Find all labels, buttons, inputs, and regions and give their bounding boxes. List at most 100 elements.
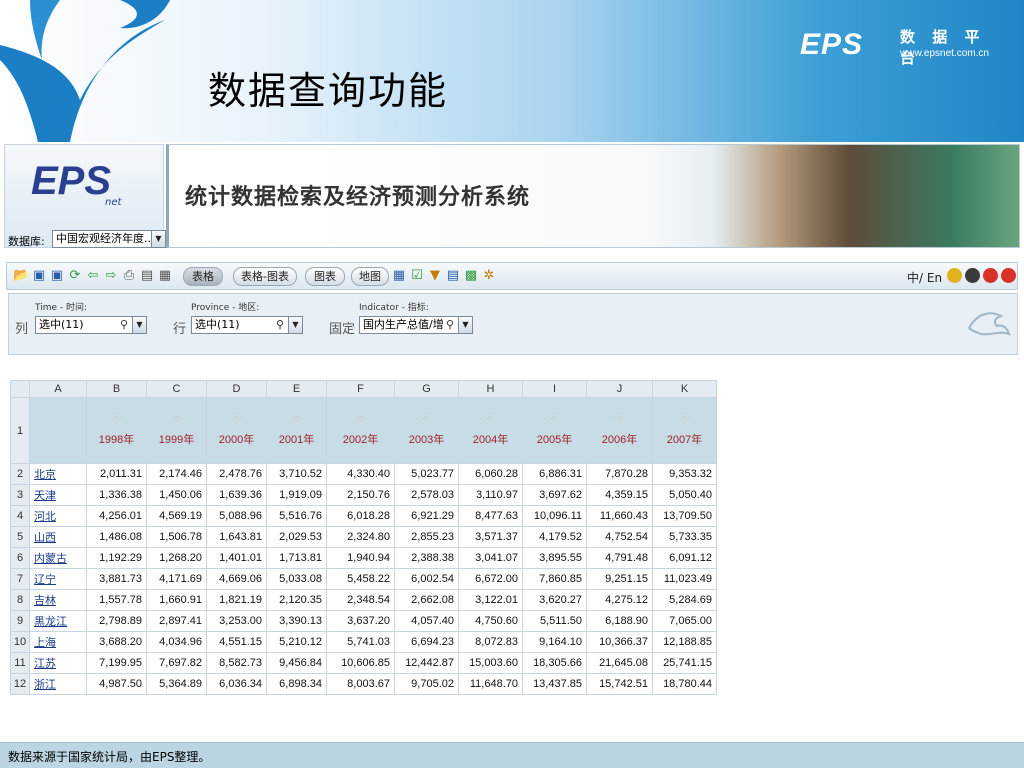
save-icon[interactable]: ▣ [31, 268, 47, 284]
value-cell[interactable]: 8,582.73 [206, 652, 267, 674]
forward-arrow-icon[interactable]: ⇨ [103, 268, 119, 284]
search-icon[interactable]: ⚲ [273, 317, 287, 333]
sort-triangle-icon[interactable]: ▽ [271, 414, 322, 425]
value-cell[interactable]: 1,713.81 [266, 547, 327, 569]
home-icon[interactable] [983, 268, 998, 283]
check-table-icon[interactable]: ☑ [409, 268, 425, 284]
value-cell[interactable]: 5,033.08 [266, 568, 327, 590]
value-cell[interactable]: 1,643.81 [206, 526, 267, 548]
column-letter[interactable]: B [86, 380, 147, 398]
value-cell[interactable]: 2,388.38 [394, 547, 459, 569]
value-cell[interactable]: 12,442.87 [394, 652, 459, 674]
province-link[interactable]: 吉林 [29, 589, 87, 611]
value-cell[interactable]: 1,336.38 [86, 484, 147, 506]
value-cell[interactable]: 1,821.19 [206, 589, 267, 611]
value-cell[interactable]: 3,571.37 [458, 526, 523, 548]
sort-triangle-icon[interactable]: ▽ [331, 414, 390, 425]
value-cell[interactable]: 6,898.34 [266, 673, 327, 695]
value-cell[interactable]: 8,477.63 [458, 505, 523, 527]
tab-table[interactable]: 表格 [183, 267, 223, 286]
value-cell[interactable]: 3,620.27 [522, 589, 587, 611]
province-link[interactable]: 山西 [29, 526, 87, 548]
value-cell[interactable]: 5,210.12 [266, 631, 327, 653]
value-cell[interactable]: 6,672.00 [458, 568, 523, 590]
year-header[interactable]: ▽ 2004年 [458, 397, 523, 464]
value-cell[interactable]: 9,353.32 [652, 463, 717, 485]
sort-triangle-icon[interactable]: ▽ [399, 414, 454, 425]
value-cell[interactable]: 6,018.28 [326, 505, 395, 527]
value-cell[interactable]: 4,987.50 [86, 673, 147, 695]
value-cell[interactable]: 3,637.20 [326, 610, 395, 632]
value-cell[interactable]: 3,710.52 [266, 463, 327, 485]
value-cell[interactable]: 10,606.85 [326, 652, 395, 674]
value-cell[interactable]: 4,569.19 [146, 505, 207, 527]
lightbulb-icon[interactable]: ✲ [481, 268, 497, 284]
column-letter[interactable]: D [206, 380, 267, 398]
value-cell[interactable]: 5,511.50 [522, 610, 587, 632]
search-icon[interactable]: ⚲ [443, 317, 457, 333]
value-cell[interactable]: 2,348.54 [326, 589, 395, 611]
value-cell[interactable]: 4,551.15 [206, 631, 267, 653]
column-letter[interactable]: F [326, 380, 395, 398]
value-cell[interactable]: 5,364.89 [146, 673, 207, 695]
tab-table-chart[interactable]: 表格-图表 [233, 267, 297, 286]
value-cell[interactable]: 10,366.37 [586, 631, 653, 653]
value-cell[interactable]: 2,798.89 [86, 610, 147, 632]
column-letter[interactable]: C [146, 380, 207, 398]
year-header[interactable]: ▽ 1999年 [146, 397, 207, 464]
chevron-down-icon[interactable]: ▼ [132, 317, 146, 333]
value-cell[interactable]: 5,458.22 [326, 568, 395, 590]
column-letter[interactable]: K [652, 380, 717, 398]
help-icon[interactable] [965, 268, 980, 283]
print-preview-icon[interactable]: ▤ [139, 268, 155, 284]
sort-triangle-icon[interactable]: ▽ [91, 414, 142, 425]
value-cell[interactable]: 2,478.76 [206, 463, 267, 485]
grid-icon[interactable]: ▦ [391, 268, 407, 284]
sort-triangle-icon[interactable]: ▽ [591, 414, 648, 425]
province-link[interactable]: 黑龙江 [29, 610, 87, 632]
year-header[interactable]: ▽ 2002年 [326, 397, 395, 464]
sort-triangle-icon[interactable]: ▽ [527, 414, 582, 425]
open-folder-icon[interactable]: 📂 [13, 268, 29, 284]
value-cell[interactable]: 9,251.15 [586, 568, 653, 590]
back-arrow-icon[interactable]: ⇦ [85, 268, 101, 284]
value-cell[interactable]: 6,694.23 [394, 631, 459, 653]
value-cell[interactable]: 15,742.51 [586, 673, 653, 695]
value-cell[interactable]: 10,096.11 [522, 505, 587, 527]
user-icon[interactable] [947, 268, 962, 283]
value-cell[interactable]: 9,456.84 [266, 652, 327, 674]
value-cell[interactable]: 1,940.94 [326, 547, 395, 569]
value-cell[interactable]: 4,330.40 [326, 463, 395, 485]
value-cell[interactable]: 11,660.43 [586, 505, 653, 527]
language-switch[interactable]: 中/ En [907, 269, 942, 286]
filter-icon[interactable]: ▼ [427, 268, 443, 284]
value-cell[interactable]: 9,164.10 [522, 631, 587, 653]
value-cell[interactable]: 8,072.83 [458, 631, 523, 653]
chevron-down-icon[interactable]: ▼ [458, 317, 472, 333]
province-link[interactable]: 北京 [29, 463, 87, 485]
value-cell[interactable]: 6,091.12 [652, 547, 717, 569]
value-cell[interactable]: 11,648.70 [458, 673, 523, 695]
value-cell[interactable]: 3,881.73 [86, 568, 147, 590]
value-cell[interactable]: 4,057.40 [394, 610, 459, 632]
value-cell[interactable]: 4,750.60 [458, 610, 523, 632]
province-link[interactable]: 天津 [29, 484, 87, 506]
year-header[interactable]: ▽ 2001年 [266, 397, 327, 464]
tab-map[interactable]: 地图 [351, 267, 389, 286]
value-cell[interactable]: 2,855.23 [394, 526, 459, 548]
value-cell[interactable]: 5,284.69 [652, 589, 717, 611]
sort-triangle-icon[interactable]: ▽ [211, 414, 262, 425]
year-header[interactable]: ▽ 2005年 [522, 397, 587, 464]
year-header[interactable]: ▽ 2007年 [652, 397, 717, 464]
value-cell[interactable]: 1,192.29 [86, 547, 147, 569]
province-link[interactable]: 内蒙古 [29, 547, 87, 569]
sort-triangle-icon[interactable]: ▽ [657, 414, 712, 425]
column-letter[interactable]: I [522, 380, 587, 398]
sort-triangle-icon[interactable]: ▽ [151, 414, 202, 425]
value-cell[interactable]: 1,486.08 [86, 526, 147, 548]
chevron-down-icon[interactable]: ▼ [151, 231, 165, 247]
value-cell[interactable]: 7,199.95 [86, 652, 147, 674]
value-cell[interactable]: 6,188.90 [586, 610, 653, 632]
value-cell[interactable]: 3,390.13 [266, 610, 327, 632]
search-icon[interactable]: ⚲ [117, 317, 131, 333]
